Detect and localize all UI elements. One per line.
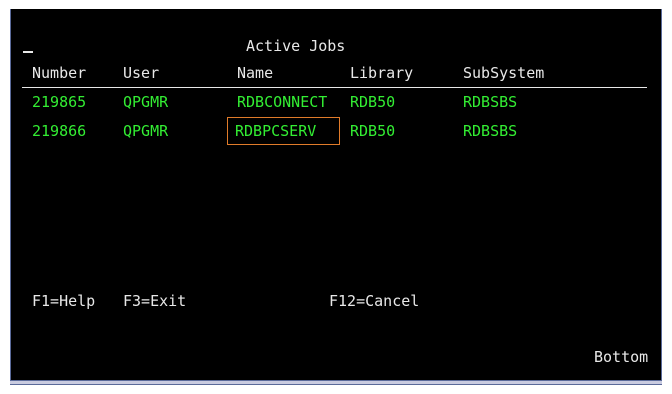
column-header-number: Number: [32, 64, 87, 82]
job-number-cell: 219866: [32, 122, 87, 140]
terminal-bottom-frame: [10, 380, 662, 385]
screen-title: Active Jobs: [246, 37, 346, 55]
job-name-cell[interactable]: RDBCONNECT: [237, 93, 327, 111]
terminal-screen: [10, 9, 662, 384]
f1-help-key[interactable]: F1=Help: [32, 292, 95, 310]
scroll-status-label: Bottom: [594, 348, 649, 366]
column-header-name: Name: [237, 64, 274, 82]
f3-exit-key[interactable]: F3=Exit: [123, 292, 186, 310]
job-library-cell: RDB50: [350, 122, 396, 140]
header-divider: [22, 87, 647, 88]
job-user-cell: QPGMR: [123, 122, 169, 140]
job-library-cell: RDB50: [350, 93, 396, 111]
column-header-subsystem: SubSystem: [463, 64, 545, 82]
f12-cancel-key[interactable]: F12=Cancel: [329, 292, 419, 310]
job-user-cell: QPGMR: [123, 93, 169, 111]
job-number-cell: 219865: [32, 93, 87, 111]
text-cursor: [23, 51, 33, 53]
column-header-user: User: [123, 64, 160, 82]
job-subsystem-cell: RDBSBS: [463, 93, 518, 111]
column-header-library: Library: [350, 64, 414, 82]
job-name-cell-selected[interactable]: RDBPCSERV: [235, 122, 316, 140]
job-subsystem-cell: RDBSBS: [463, 122, 518, 140]
